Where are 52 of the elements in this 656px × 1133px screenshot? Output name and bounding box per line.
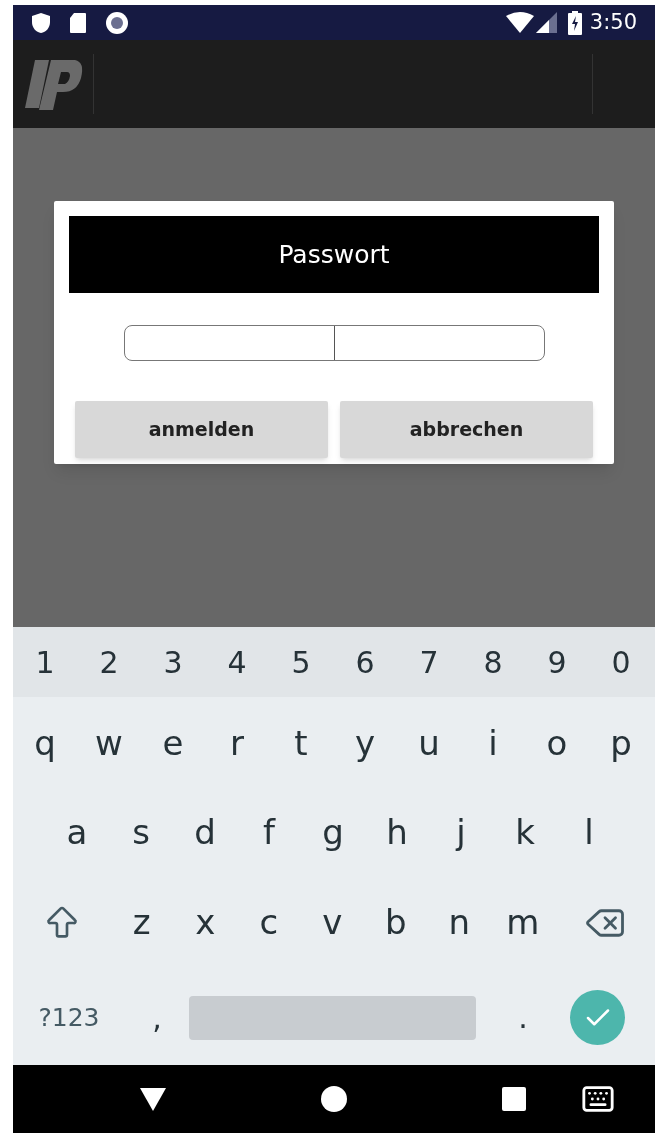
keyboard-key[interactable]: 4 [205, 627, 269, 697]
signal-icon [535, 11, 558, 34]
keyboard-key[interactable]: b [364, 875, 428, 970]
keyboard-key[interactable]: e [141, 697, 205, 790]
keyboard-key[interactable]: g [301, 790, 365, 875]
password-field[interactable] [123, 325, 545, 361]
keyboard-key[interactable]: n [427, 875, 491, 970]
keyboard-key[interactable]: d [173, 790, 237, 875]
keyboard-key[interactable]: 6 [333, 627, 397, 697]
keyboard-key[interactable]: m [491, 875, 555, 970]
keyboard-key[interactable]: 2 [77, 627, 141, 697]
keyboard-key[interactable]: 8 [461, 627, 525, 697]
clock-text: 3:50 [589, 8, 637, 36]
home-icon[interactable] [321, 1086, 347, 1112]
keyboard-key[interactable]: f [237, 790, 301, 875]
keyboard-key[interactable]: p [589, 697, 653, 790]
keyboard-key[interactable]: 9 [525, 627, 589, 697]
keyboard-key[interactable]: x [173, 875, 237, 970]
keyboard-key[interactable]: h [365, 790, 429, 875]
keyboard-key[interactable]: s [109, 790, 173, 875]
keyboard-key[interactable]: y [333, 697, 397, 790]
keyboard-key[interactable]: w [77, 697, 141, 790]
keyboard-key[interactable]: v [300, 875, 364, 970]
keyboard-key[interactable]: i [461, 697, 525, 790]
keyboard-key[interactable]: 1 [13, 627, 77, 697]
keyboard-key[interactable]: u [397, 697, 461, 790]
text-cursor [333, 326, 335, 360]
keyboard-key[interactable]: ?123 [13, 998, 125, 1037]
keyboard-key[interactable]: j [429, 790, 493, 875]
shield-icon [31, 11, 51, 34]
keyboard-key[interactable]: k [493, 790, 557, 875]
keyboard-key[interactable]: z [110, 875, 174, 970]
back-icon[interactable] [140, 1087, 166, 1111]
keyboard-key[interactable]: 5 [269, 627, 333, 697]
keyboard-key[interactable]: o [525, 697, 589, 790]
keyboard-key[interactable]: . [476, 995, 570, 1040]
battery-icon [567, 10, 582, 35]
keyboard-key[interactable]: r [205, 697, 269, 790]
keyboard-key[interactable]: c [237, 875, 301, 970]
record-icon [105, 10, 129, 35]
keyboard-key[interactable]: l [557, 790, 621, 875]
keyboard-key[interactable]: , [125, 995, 189, 1040]
keyboard-key[interactable]: 7 [397, 627, 461, 697]
keyboard-key[interactable]: a [45, 790, 109, 875]
dialog-button[interactable]: abbrechen [340, 401, 593, 458]
keyboard-key[interactable]: 0 [589, 627, 653, 697]
keyboard-key[interactable]: q [13, 697, 77, 790]
dialog-button[interactable]: anmelden [75, 401, 328, 458]
keyboard-key[interactable]: t [269, 697, 333, 790]
dialog-title: Passwort [69, 216, 599, 293]
sd-card-icon [69, 11, 87, 34]
keyboard-key[interactable]: 3 [141, 627, 205, 697]
